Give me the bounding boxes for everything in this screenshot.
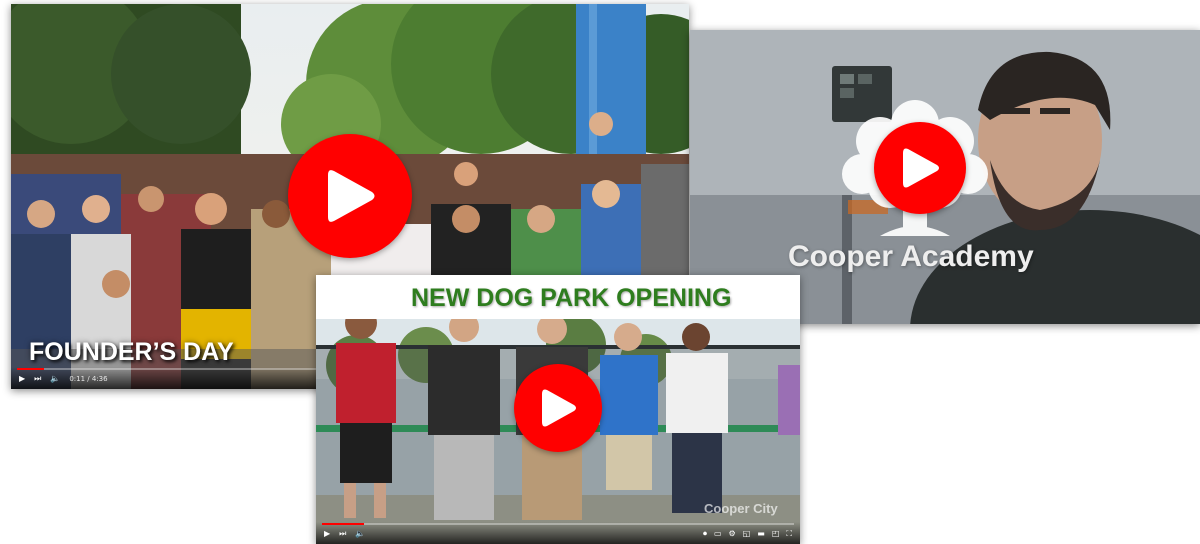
autoplay-icon[interactable]: ⏺ [703, 530, 707, 538]
video-card-dog-park[interactable]: NEW DOG PARK OPENING Cooper City ▶ ⏭ 🔈 ⏺… [316, 275, 800, 544]
progress-fill [17, 368, 44, 370]
play-button[interactable] [514, 364, 602, 452]
miniplayer-icon[interactable]: ◱ [743, 530, 751, 538]
progress-fill [322, 523, 365, 525]
fullscreen-icon[interactable]: ⛶ [786, 530, 792, 538]
video-controls: ▶ ⏭ 🔈 ⏺ ▭ ⚙ ◱ ▬ ◰ ⛶ [316, 522, 800, 544]
next-icon[interactable]: ⏭ [34, 375, 41, 383]
channel-watermark: Cooper City [704, 501, 778, 516]
next-icon[interactable]: ⏭ [339, 530, 346, 538]
video-title: Cooper Academy [788, 240, 1034, 273]
volume-icon[interactable]: 🔈 [50, 375, 60, 383]
play-icon[interactable]: ▶ [324, 530, 330, 538]
subtitles-icon[interactable]: ▭ [714, 530, 722, 538]
progress-bar[interactable] [322, 523, 794, 525]
time-display: 0:11 / 4:36 [69, 375, 108, 383]
play-button[interactable] [288, 134, 412, 258]
play-triangle-icon [903, 148, 939, 188]
cast-icon[interactable]: ◰ [772, 530, 780, 538]
video-title: FOUNDER’S DAY [29, 338, 234, 366]
volume-icon[interactable]: 🔈 [355, 530, 365, 538]
play-icon[interactable]: ▶ [19, 375, 25, 383]
play-triangle-icon [328, 170, 375, 222]
play-triangle-icon [542, 389, 576, 427]
settings-icon[interactable]: ⚙ [729, 530, 736, 538]
video-title: NEW DOG PARK OPENING [411, 284, 732, 312]
play-button[interactable] [874, 122, 966, 214]
theater-icon[interactable]: ▬ [757, 530, 765, 538]
